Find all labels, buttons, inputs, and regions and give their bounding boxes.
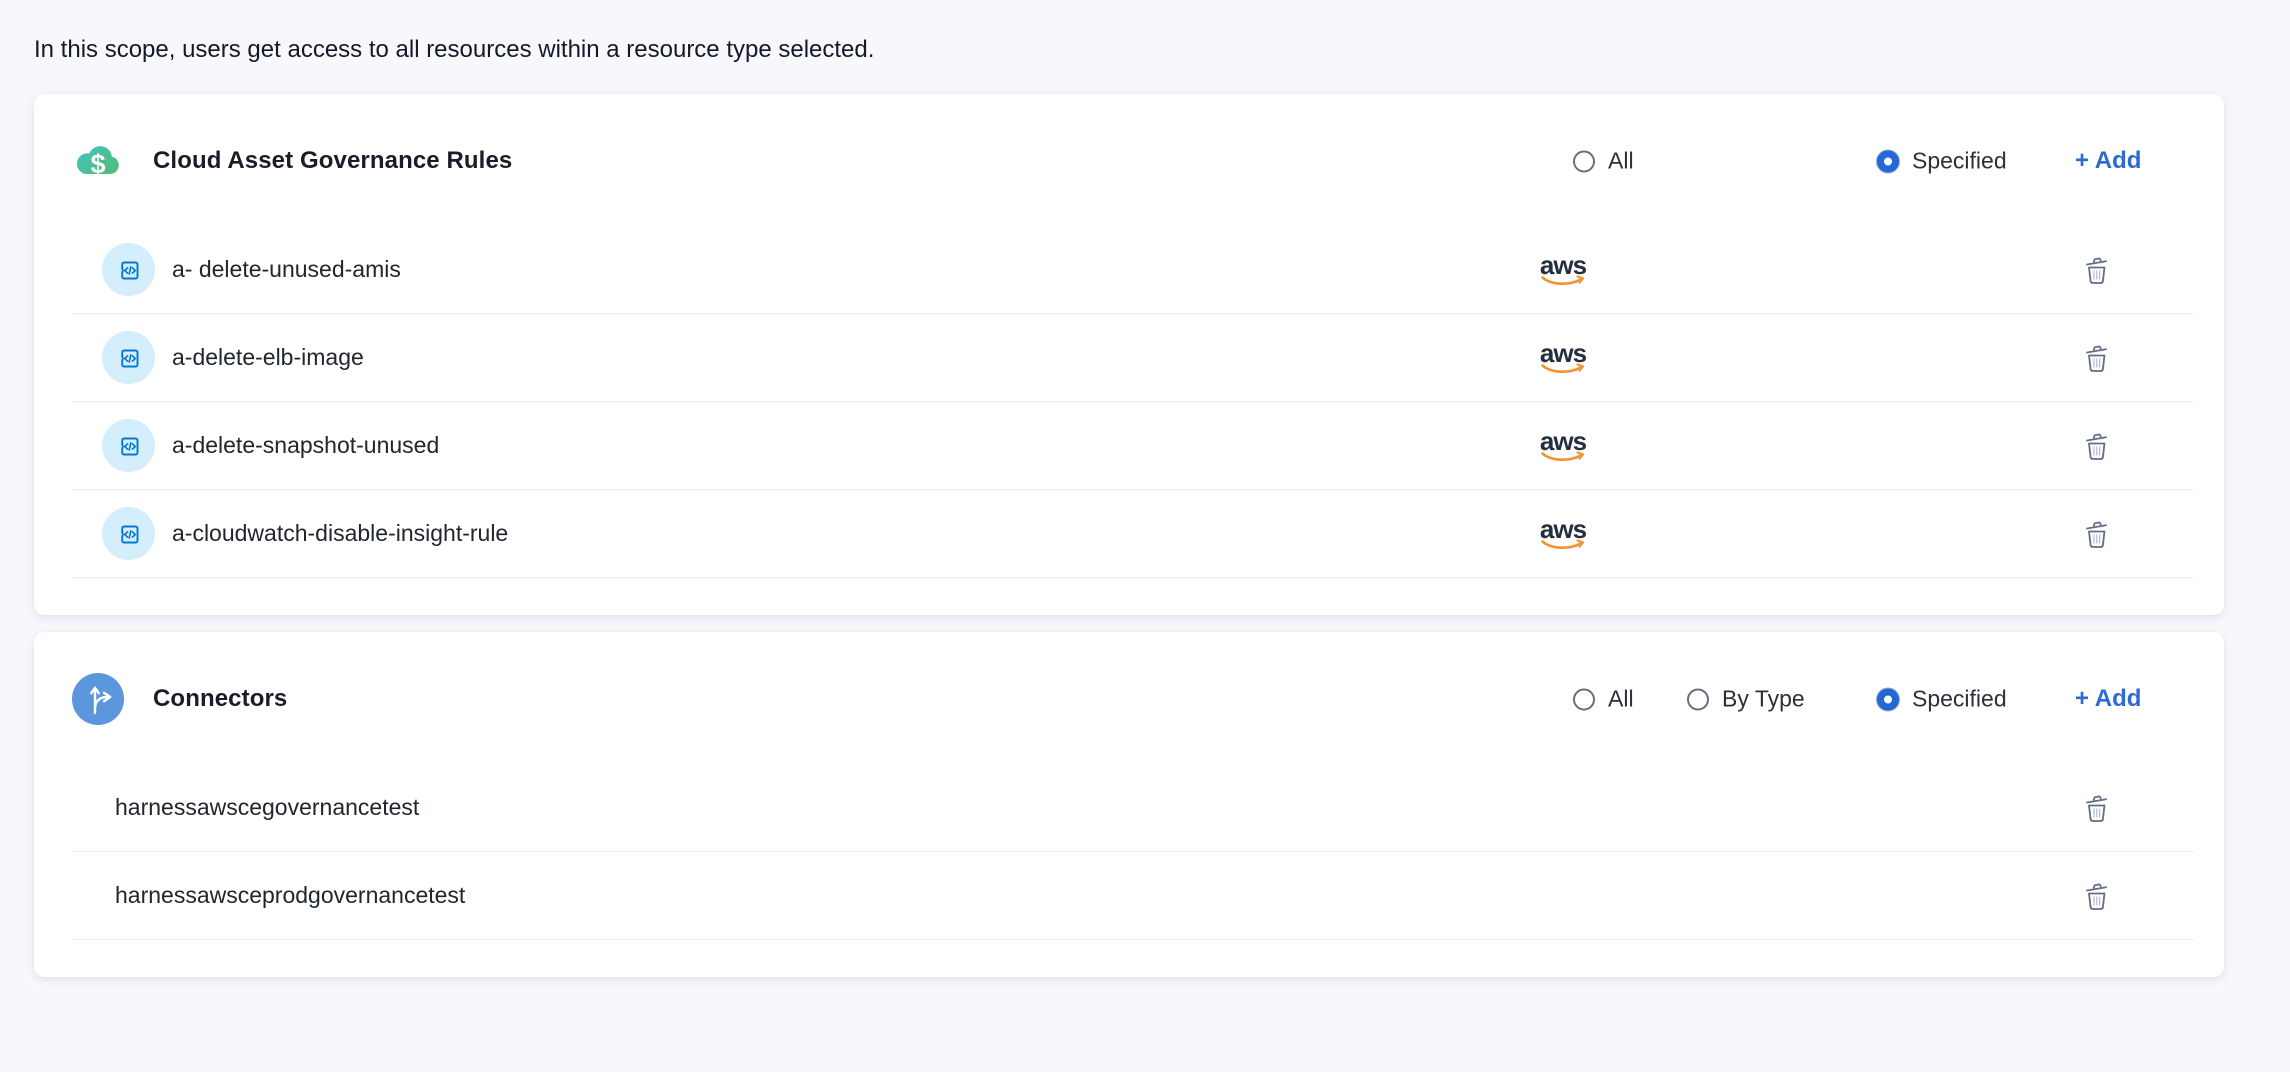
radio-label: Specified xyxy=(1912,148,2007,175)
rule-name: a-delete-snapshot-unused xyxy=(172,432,439,459)
aws-smile-icon xyxy=(1541,275,1585,288)
add-button[interactable]: + Add xyxy=(2075,147,2141,175)
radio-circle-unselected[interactable] xyxy=(1573,688,1595,710)
governance-rules-header: $ Cloud Asset Governance Rules All Speci… xyxy=(72,135,2194,187)
aws-logo: aws xyxy=(1539,252,1999,288)
rule-name: a-cloudwatch-disable-insight-rule xyxy=(172,520,508,547)
connectors-card: Connectors All By Type Specified + Add h… xyxy=(34,632,2224,977)
delete-button[interactable] xyxy=(2079,338,2115,377)
radio-label: All xyxy=(1608,686,1634,713)
radio-circle-unselected[interactable] xyxy=(1687,688,1709,710)
card-title: Connectors xyxy=(153,685,287,713)
governance-rules-list: a- delete-unused-amis aws xyxy=(72,226,2194,578)
radio-circle-unselected[interactable] xyxy=(1573,150,1595,172)
radio-option-all[interactable]: All xyxy=(1573,148,1634,175)
branching-arrows-icon xyxy=(72,673,124,725)
table-row: a- delete-unused-amis aws xyxy=(72,226,2194,314)
connectors-list: harnessawscegovernancetest xyxy=(72,764,2194,940)
delete-button[interactable] xyxy=(2079,788,2115,827)
aws-smile-icon xyxy=(1541,451,1585,464)
radio-option-by-type[interactable]: By Type xyxy=(1687,686,1805,713)
connector-name: harnessawscegovernancetest xyxy=(115,794,419,821)
add-button[interactable]: + Add xyxy=(2075,685,2141,713)
trash-icon xyxy=(2083,880,2111,911)
rule-name: a-delete-elb-image xyxy=(172,344,364,371)
radio-option-specified[interactable]: Specified xyxy=(1877,148,2007,175)
card-title: Cloud Asset Governance Rules xyxy=(153,147,512,175)
radio-circle-selected[interactable] xyxy=(1877,688,1899,710)
trash-icon xyxy=(2083,430,2111,461)
trash-icon xyxy=(2083,342,2111,373)
aws-smile-icon xyxy=(1541,363,1585,376)
table-row: a-cloudwatch-disable-insight-rule aws xyxy=(72,490,2194,578)
radio-label: By Type xyxy=(1722,686,1805,713)
aws-smile-icon xyxy=(1541,539,1585,552)
trash-icon xyxy=(2083,518,2111,549)
delete-button[interactable] xyxy=(2079,426,2115,465)
radio-option-specified[interactable]: Specified xyxy=(1877,686,2007,713)
radio-circle-selected[interactable] xyxy=(1877,150,1899,172)
radio-label: Specified xyxy=(1912,686,2007,713)
aws-logo: aws xyxy=(1539,428,1999,464)
svg-text:$: $ xyxy=(90,149,105,179)
table-row: a-delete-snapshot-unused aws xyxy=(72,402,2194,490)
rule-code-icon xyxy=(102,507,155,560)
trash-icon xyxy=(2083,254,2111,285)
aws-logo: aws xyxy=(1539,340,1999,376)
trash-icon xyxy=(2083,792,2111,823)
delete-button[interactable] xyxy=(2079,876,2115,915)
connector-name: harnessawsceprodgovernancetest xyxy=(115,882,465,909)
rule-code-icon xyxy=(102,419,155,472)
table-row: a-delete-elb-image aws xyxy=(72,314,2194,402)
rule-name: a- delete-unused-amis xyxy=(172,256,401,283)
table-row: harnessawscegovernancetest xyxy=(72,764,2194,852)
radio-option-all[interactable]: All xyxy=(1573,686,1634,713)
delete-button[interactable] xyxy=(2079,250,2115,289)
rule-code-icon xyxy=(102,331,155,384)
table-row: harnessawsceprodgovernancetest xyxy=(72,852,2194,940)
aws-logo: aws xyxy=(1539,516,1999,552)
governance-rules-card: $ Cloud Asset Governance Rules All Speci… xyxy=(34,94,2224,615)
rule-code-icon xyxy=(102,243,155,296)
radio-label: All xyxy=(1608,148,1634,175)
connectors-header: Connectors All By Type Specified + Add xyxy=(72,673,2194,725)
scope-description: In this scope, users get access to all r… xyxy=(34,36,2290,64)
delete-button[interactable] xyxy=(2079,514,2115,553)
cloud-dollar-icon: $ xyxy=(72,135,124,187)
